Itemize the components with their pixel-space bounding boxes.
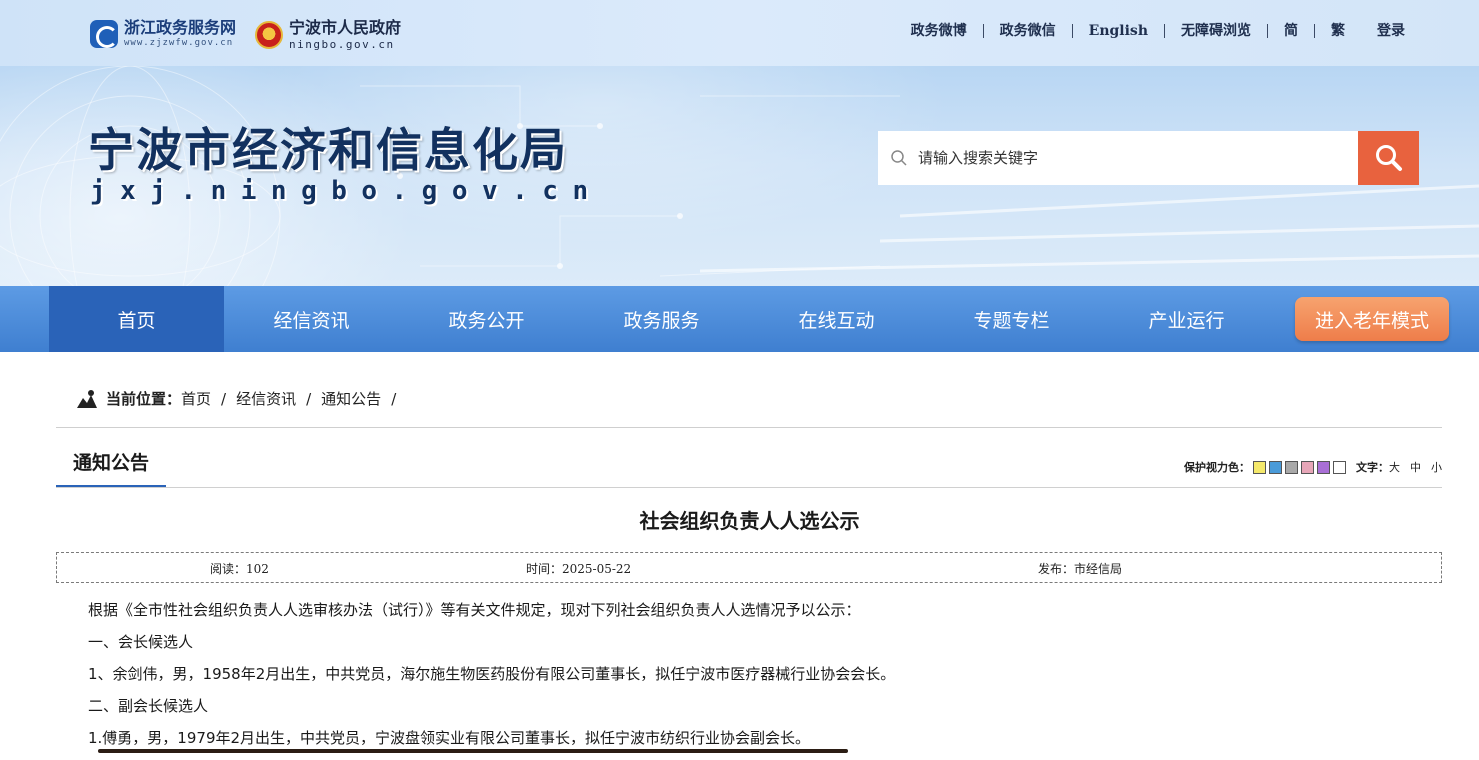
search-icon — [891, 150, 907, 166]
breadcrumb-separator: / — [306, 389, 312, 408]
article-title: 社会组织负责人人选公示 — [639, 509, 860, 533]
breadcrumb-separator: / — [221, 389, 227, 408]
nav-topics[interactable]: 专题专栏 — [924, 286, 1099, 352]
color-swatch-blue[interactable] — [1269, 460, 1282, 474]
national-emblem-icon — [255, 21, 283, 49]
search-box — [878, 131, 1358, 185]
highlight-underline — [98, 749, 848, 753]
divider — [56, 427, 1442, 428]
article-paragraph: 二、副会长候选人 — [88, 697, 209, 715]
font-size-label: 文字： — [1356, 461, 1389, 474]
color-swatch-gray[interactable] — [1285, 460, 1298, 474]
breadcrumb-separator: / — [391, 389, 397, 408]
article-time: 时间：2025-05-22 — [526, 562, 632, 576]
nav-services[interactable]: 政务服务 — [574, 286, 749, 352]
ningbo-gov-logo-name: 宁波市人民政府 — [289, 18, 402, 37]
main-nav: 首页 经信资讯 政务公开 政务服务 在线互动 专题专栏 产业运行 进入老年模式 — [0, 286, 1479, 352]
divider — [56, 487, 1442, 488]
breadcrumb-news[interactable]: 经信资讯 — [236, 388, 296, 409]
location-icon — [77, 389, 97, 408]
search-bar — [878, 131, 1419, 185]
article-paragraph: 根据《全市性社会组织负责人人选审核办法（试行）》等有关文件规定，现对下列社会组织… — [88, 601, 861, 619]
color-swatch-white[interactable] — [1333, 460, 1346, 474]
nav-interaction[interactable]: 在线互动 — [749, 286, 924, 352]
banner: 宁波市经济和信息化局 jxj.ningbo.gov.cn — [0, 66, 1479, 286]
site-title: 宁波市经济和信息化局 — [88, 123, 568, 177]
breadcrumb: 当前位置： 首页 / 经信资讯 / 通知公告 / — [76, 388, 406, 409]
breadcrumb-notices[interactable]: 通知公告 — [321, 388, 381, 409]
zjzwfw-logo[interactable]: 浙江政务服务网 www.zjzwfw.gov.cn — [90, 18, 236, 50]
magnifier-icon — [1375, 145, 1402, 171]
nav-open-government[interactable]: 政务公开 — [399, 286, 574, 352]
color-swatch-pink[interactable] — [1301, 460, 1314, 474]
zjzwfw-logo-name: 浙江政务服务网 — [124, 18, 237, 37]
nav-news[interactable]: 经信资讯 — [224, 286, 399, 352]
article-meta: 阅读：102 时间：2025-05-22 发布：市经信局 — [56, 552, 1442, 583]
breadcrumb-home[interactable]: 首页 — [181, 388, 211, 409]
article-body: 根据《全市性社会组织负责人人选审核办法（试行）》等有关文件规定，现对下列社会组织… — [88, 600, 1428, 760]
breadcrumb-label: 当前位置： — [106, 390, 182, 408]
search-button[interactable] — [1358, 131, 1419, 185]
site-domain: jxj.ningbo.gov.cn — [90, 176, 603, 206]
article-publisher: 发布：市经信局 — [1038, 562, 1123, 576]
nav-home[interactable]: 首页 — [49, 286, 224, 352]
zjzwfw-logo-icon — [90, 20, 118, 48]
link-weibo[interactable]: 政务微博 — [895, 22, 983, 40]
top-bar: 浙江政务服务网 www.zjzwfw.gov.cn 宁波市人民政府 ningbo… — [0, 0, 1479, 66]
link-login[interactable]: 登录 — [1361, 22, 1421, 40]
link-traditional[interactable]: 繁 — [1315, 22, 1361, 40]
nav-industry[interactable]: 产业运行 — [1099, 286, 1274, 352]
font-size-small[interactable]: 小 — [1431, 459, 1442, 475]
section-title: 通知公告 — [56, 448, 166, 488]
top-links: 政务微博 政务微信 English 无障碍浏览 简 繁 登录 — [895, 22, 1421, 40]
link-wechat[interactable]: 政务微信 — [984, 22, 1072, 40]
eye-care-label: 保护视力色： — [1184, 461, 1250, 474]
font-size-medium[interactable]: 中 — [1410, 459, 1421, 475]
font-size-large[interactable]: 大 — [1389, 459, 1400, 475]
article-paragraph: 1.傅勇，男，1979年2月出生，中共党员，宁波盘领实业有限公司董事长，拟任宁波… — [88, 729, 811, 747]
ningbo-gov-logo[interactable]: 宁波市人民政府 ningbo.gov.cn — [255, 18, 401, 52]
link-accessibility[interactable]: 无障碍浏览 — [1165, 22, 1267, 40]
article-paragraph: 一、会长候选人 — [88, 633, 194, 651]
ningbo-gov-logo-domain: ningbo.gov.cn — [289, 38, 395, 51]
article-views: 阅读：102 — [210, 562, 269, 576]
reading-tools: 保护视力色： 文字： 大 中 小 — [1184, 459, 1442, 475]
zjzwfw-logo-domain: www.zjzwfw.gov.cn — [124, 38, 234, 48]
link-simplified[interactable]: 简 — [1268, 22, 1314, 40]
color-swatch-yellow[interactable] — [1253, 460, 1266, 474]
link-english[interactable]: English — [1073, 22, 1164, 40]
search-input[interactable] — [918, 149, 1338, 167]
color-swatch-purple[interactable] — [1317, 460, 1330, 474]
elder-mode-button[interactable]: 进入老年模式 — [1295, 297, 1449, 341]
article-paragraph: 1、余剑伟，男，1958年2月出生，中共党员，海尔施生物医药股份有限公司董事长，… — [88, 665, 896, 683]
